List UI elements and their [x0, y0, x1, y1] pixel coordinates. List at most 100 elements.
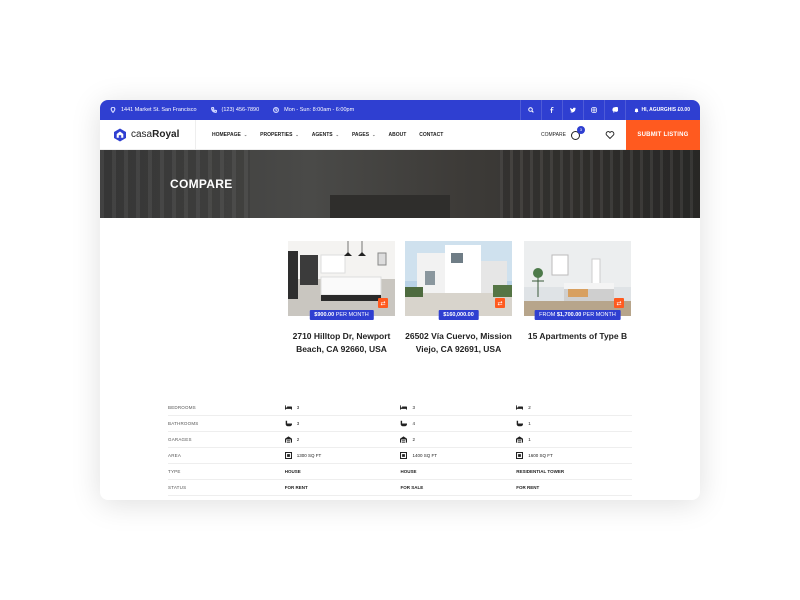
phone-item[interactable]: (123) 456-7890 [210, 107, 259, 113]
compare-count-badge: 3 [576, 125, 585, 134]
price-value: $160,000.00 [443, 312, 474, 318]
property-card-3[interactable]: ⇄ FROM $1,700.00 PER MONTH 15 Apartments… [524, 241, 631, 343]
bed-icon [400, 405, 408, 410]
swap-icon: ⇄ [497, 300, 503, 307]
user-account[interactable]: HI, AGURGHIS £0.00 [624, 100, 690, 120]
row-label: TYPE [168, 469, 181, 474]
property-title[interactable]: 2710 Hilltop Dr, Newport Beach, CA 92660… [288, 330, 395, 355]
table-cell: 1300 SQ FT [284, 452, 401, 459]
table-row-garages: GARAGES 2 2 1 [168, 432, 632, 448]
facebook-link[interactable] [540, 100, 562, 120]
property-image-kitchen[interactable]: ⇄ $900.00 PER MONTH [288, 241, 395, 320]
property-image-villa[interactable]: ⇄ $160,000.00 [405, 241, 512, 320]
browser-frame: 1441 Market St. San Francisco (123) 456-… [100, 100, 700, 500]
table-cell: 1 [516, 420, 632, 427]
cell-value: 3 [296, 421, 300, 426]
submit-listing-button[interactable]: SUBMIT LISTING [626, 120, 700, 150]
nav-item-pages[interactable]: PAGES ⌄ [352, 132, 376, 138]
area-icon [284, 452, 292, 459]
table-cell: 1600 SQ FT [516, 452, 632, 459]
table-cell: 2 [400, 436, 516, 443]
bath-icon [516, 420, 524, 427]
swap-icon: ⇄ [616, 300, 622, 307]
cell-value: 2 [528, 405, 531, 410]
hours-text: Mon - Sun: 8:00am - 6:00pm [284, 107, 355, 113]
heart-icon[interactable] [605, 130, 615, 140]
pinterest-link[interactable] [603, 100, 625, 120]
nav-item-label: HOMEPAGE [212, 131, 241, 138]
brand-bold: Royal [152, 129, 180, 140]
nav-item-agents[interactable]: AGENTS ⌄ [312, 132, 339, 138]
row-label: AREA [168, 453, 182, 458]
twitter-icon [569, 107, 576, 113]
cell-value: 1 [528, 437, 531, 442]
compare-swap-button[interactable]: ⇄ [614, 298, 624, 308]
garage-icon [400, 436, 408, 443]
property-image-bedroom[interactable]: ⇄ FROM $1,700.00 PER MONTH [524, 241, 631, 320]
search-icon [527, 107, 534, 113]
price-value: $900.00 [314, 312, 335, 318]
table-cell: RESIDENTIAL TOWER [516, 469, 565, 474]
area-icon [400, 452, 408, 459]
property-card-2[interactable]: ⇄ $160,000.00 26502 Vía Cuervo, Mission … [405, 241, 512, 355]
price-tag: $900.00 PER MONTH [309, 310, 374, 320]
nav-item-label: PROPERTIES [260, 131, 293, 138]
area-icon [516, 452, 524, 459]
nav-item-label: CONTACT [419, 131, 444, 138]
price-prefix: FROM [539, 312, 557, 318]
table-cell: 3 [284, 404, 401, 411]
property-card-1[interactable]: ⇄ $900.00 PER MONTH 2710 Hilltop Dr, New… [288, 241, 395, 355]
nav-item-about[interactable]: ABOUT [388, 132, 406, 138]
row-label: BATHROOMS [168, 421, 199, 426]
table-cell: 2 [284, 436, 401, 443]
cell-value: 1300 SQ FT [296, 453, 322, 458]
table-cell: 3 [400, 404, 516, 411]
building-center-image [330, 195, 450, 218]
table-row-area: AREA 1300 SQ FT 1400 SQ FT 1600 SQ FT [168, 448, 632, 464]
compare-label: COMPARE [541, 132, 566, 138]
search-button[interactable] [519, 100, 541, 120]
cell-value: 2 [296, 437, 300, 442]
table-cell: FOR RENT [284, 485, 308, 490]
table-cell: 4 [400, 420, 516, 427]
price-value: $1,700.00 [556, 312, 582, 318]
property-title[interactable]: 26502 Vía Cuervo, Mission Viejo, CA 9269… [405, 330, 512, 355]
bath-icon [285, 420, 292, 427]
cell-value: 3 [412, 405, 415, 410]
row-label: STATUS [168, 485, 187, 490]
hours-item: Mon - Sun: 8:00am - 6:00pm [273, 107, 354, 113]
twitter-link[interactable] [561, 100, 583, 120]
table-cell: HOUSE [284, 469, 301, 474]
table-row-bathrooms: BATHROOMS 3 4 1 [168, 416, 632, 432]
table-row-type: TYPE HOUSE HOUSE RESIDENTIAL TOWER [168, 464, 632, 480]
nav-menu: HOMEPAGE ⌄ PROPERTIES ⌄ AGENTS ⌄ PAGES ⌄ ABO… [212, 132, 456, 138]
cell-value: 1 [528, 421, 531, 426]
compare-link[interactable]: COMPARE 3 [541, 120, 585, 150]
cell-value: 1400 SQ FT [412, 453, 437, 458]
nav-item-contact[interactable]: CONTACT [419, 132, 443, 138]
top-bar: 1441 Market St. San Francisco (123) 456-… [100, 100, 700, 120]
nav-item-homepage[interactable]: HOMEPAGE ⌄ [212, 132, 247, 138]
table-cell: 1400 SQ FT [400, 452, 516, 459]
compare-swap-button[interactable]: ⇄ [378, 298, 388, 308]
garage-icon [284, 436, 292, 443]
compare-swap-button[interactable]: ⇄ [495, 298, 505, 308]
location-pin-icon [110, 107, 116, 113]
nav-item-label: AGENTS [311, 131, 333, 138]
nav-item-properties[interactable]: PROPERTIES ⌄ [260, 132, 299, 138]
price-suffix: PER MONTH [334, 312, 369, 318]
instagram-link[interactable] [582, 100, 604, 120]
chevron-down-icon: ⌄ [295, 132, 299, 137]
cell-value: 2 [412, 437, 415, 442]
clock-icon [273, 107, 280, 113]
nav-item-label: ABOUT [388, 131, 407, 138]
price-suffix: PER MONTH [581, 312, 616, 318]
logo[interactable]: casaRoyal [100, 119, 196, 150]
table-row-status: STATUS FOR RENT FOR SALE FOR RENT [168, 480, 632, 496]
page-header-banner: COMPARE [100, 150, 700, 218]
brand-name: casaRoyal [131, 129, 179, 140]
row-label: GARAGES [168, 437, 192, 442]
table-cell: 3 [285, 420, 401, 427]
cell-value: 1600 SQ FT [528, 453, 553, 458]
property-title[interactable]: 15 Apartments of Type B [524, 330, 631, 343]
